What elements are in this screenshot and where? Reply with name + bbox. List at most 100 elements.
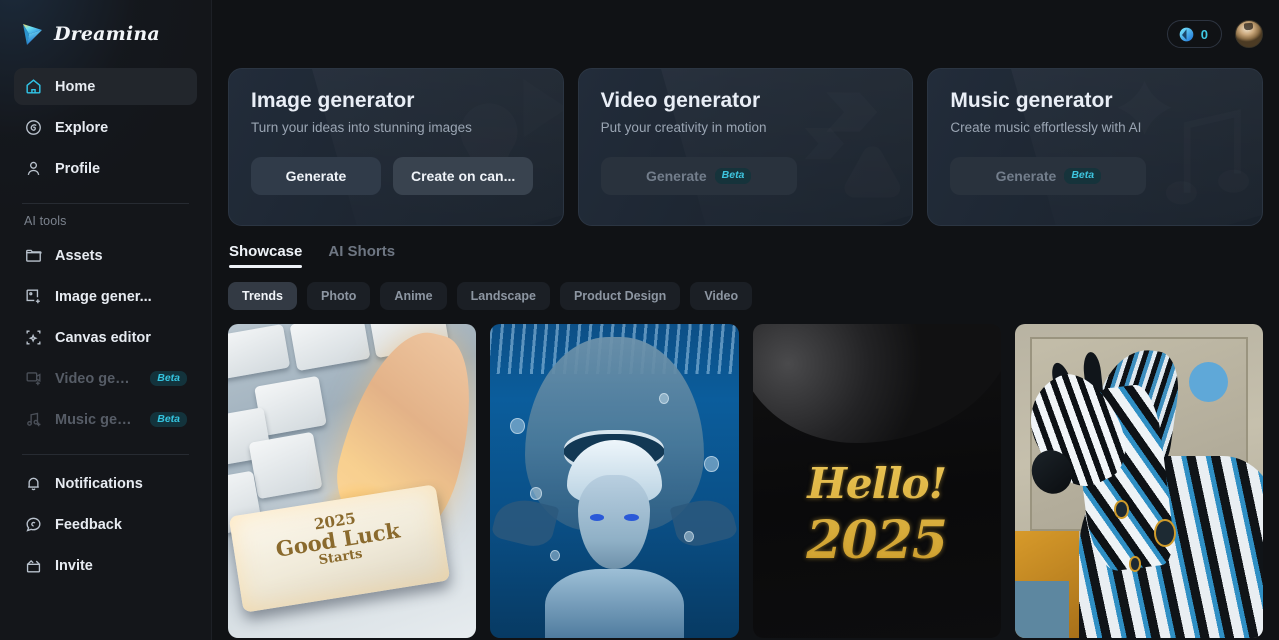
card-image-title: Image generator (251, 89, 415, 112)
chip-trends[interactable]: Trends (228, 282, 297, 310)
chip-anime[interactable]: Anime (380, 282, 447, 310)
gallery-item-hello-2025[interactable]: Hello! 2025 (752, 324, 1001, 638)
music-generate-label: Generate (995, 168, 1057, 184)
sidebar-item-explore[interactable]: Explore (14, 109, 197, 146)
invite-icon (26, 559, 41, 573)
card-music-title: Music generator (950, 89, 1113, 112)
tab-ai-shorts[interactable]: AI Shorts (328, 243, 395, 268)
sidebar-item-music-beta-badge: Beta (150, 411, 187, 428)
credits-badge[interactable]: 0 (1166, 20, 1222, 48)
character-eye-right (624, 513, 640, 521)
category-filters: Trends Photo Anime Landscape Product Des… (228, 282, 1263, 310)
sidebar-primary-nav: Home Explore Profile (14, 68, 197, 191)
tab-showcase[interactable]: Showcase (229, 243, 303, 268)
showcase-tabs: Showcase AI Shorts (228, 243, 1263, 268)
folder-icon (26, 249, 42, 262)
sidebar-item-music-generator-label: Music gener... (55, 411, 138, 428)
character-eye-left (589, 513, 605, 521)
bubble (683, 531, 694, 543)
keyboard-artwork: 2025 Good Luck Starts (228, 324, 477, 638)
sidebar-item-feedback-label: Feedback (55, 516, 122, 533)
underwater-artwork (490, 324, 739, 638)
content-area: Image generator Turn your ideas into stu… (212, 68, 1279, 638)
card-image-generator[interactable]: Image generator Turn your ideas into stu… (228, 68, 564, 226)
bubble (549, 550, 560, 562)
card-video-title: Video generator (600, 89, 761, 112)
brand-name: Dreamina (54, 23, 160, 45)
sidebar-item-assets[interactable]: Assets (14, 237, 197, 274)
card-music-actions: Generate Beta (950, 157, 1240, 195)
image-add-icon (26, 289, 40, 304)
sidebar-item-music-generator[interactable]: Music gener... Beta (14, 401, 197, 438)
image-create-on-canvas-button[interactable]: Create on can... (393, 157, 534, 195)
sidebar-item-profile[interactable]: Profile (14, 150, 197, 187)
chip-photo[interactable]: Photo (307, 282, 371, 310)
chip-landscape[interactable]: Landscape (456, 282, 550, 310)
sidebar-item-video-generator[interactable]: Video gener... Beta (14, 360, 197, 397)
music-add-icon (27, 412, 41, 427)
sidebar-divider-bottom (22, 454, 189, 455)
character-armor (544, 568, 684, 638)
card-image-actions: Generate Create on can... (251, 157, 541, 195)
bubble (510, 418, 525, 434)
sidebar-footer-nav: Notifications Feedback Invite (14, 465, 197, 588)
chip-product-design[interactable]: Product Design (559, 282, 681, 310)
card-music-generator[interactable]: Music generator Create music effortlessl… (927, 68, 1264, 226)
sidebar-item-video-generator-label: Video gener... (55, 370, 138, 387)
gallery-item-keyboard[interactable]: 2025 Good Luck Starts (228, 324, 477, 638)
good-luck-key: 2025 Good Luck Starts (229, 484, 451, 613)
mechanical-zebra-artwork (1014, 324, 1263, 638)
bell-icon (28, 477, 39, 491)
card-image-subtitle: Turn your ideas into stunning images (251, 120, 472, 135)
sidebar-item-feedback[interactable]: Feedback (14, 506, 197, 543)
sidebar-item-assets-label: Assets (55, 247, 103, 264)
showcase-gallery: 2025 Good Luck Starts Hello! 2025 (228, 324, 1263, 638)
sidebar-item-invite-label: Invite (55, 557, 93, 574)
gem-icon (1179, 27, 1194, 41)
sidebar-item-explore-label: Explore (55, 119, 109, 136)
bubble (703, 455, 719, 472)
generator-cards: Image generator Turn your ideas into stu… (228, 68, 1264, 226)
sidebar: Dreamina Home Explore Profile AI tools A… (0, 0, 212, 640)
gallery-item-zebra[interactable] (1014, 324, 1263, 638)
sidebar-item-home-label: Home (55, 78, 96, 95)
bubble (659, 393, 669, 405)
person-icon (27, 161, 40, 175)
sidebar-item-invite[interactable]: Invite (14, 547, 197, 584)
sidebar-item-canvas-editor-label: Canvas editor (55, 329, 151, 346)
sidebar-item-image-generator-label: Image gener... (55, 288, 152, 305)
video-add-icon (26, 372, 41, 386)
key-caption: 2025 Good Luck Starts (231, 498, 445, 581)
bubble (529, 487, 543, 500)
credits-value: 0 (1200, 26, 1208, 42)
black-silk-drape (752, 324, 1001, 444)
card-video-actions: Generate Beta (600, 157, 891, 195)
sidebar-item-notifications-label: Notifications (55, 475, 143, 492)
chat-icon (26, 517, 41, 532)
video-generate-button[interactable]: Generate Beta (600, 157, 797, 195)
sidebar-item-notifications[interactable]: Notifications (14, 465, 197, 502)
video-generate-label: Generate (645, 168, 707, 184)
year-text: 2025 (806, 510, 948, 572)
character-face (578, 474, 651, 569)
sidebar-item-image-generator[interactable]: Image gener... (14, 278, 197, 315)
gallery-item-underwater[interactable] (490, 324, 739, 638)
music-generate-button[interactable]: Generate Beta (950, 157, 1147, 195)
brand-logo[interactable]: Dreamina (14, 0, 197, 68)
chip-video[interactable]: Video (690, 282, 753, 310)
main-content: 0 Image generator Turn your ideas into s… (212, 0, 1279, 640)
sidebar-item-video-beta-badge: Beta (150, 370, 187, 387)
gear-large (1153, 518, 1177, 547)
home-icon (26, 79, 41, 94)
avatar[interactable] (1235, 20, 1263, 48)
hello-text: Hello! (807, 459, 947, 509)
canvas-icon (26, 330, 41, 345)
gold-lettering: Hello! 2025 (753, 459, 1001, 571)
sidebar-item-canvas-editor[interactable]: Canvas editor (14, 319, 197, 356)
sidebar-divider-top (22, 203, 189, 204)
video-beta-badge: Beta (714, 168, 752, 184)
sidebar-item-home[interactable]: Home (14, 68, 197, 105)
image-generate-button[interactable]: Generate (251, 157, 381, 195)
compass-icon (26, 120, 41, 135)
card-video-generator[interactable]: Video generator Put your creativity in m… (577, 68, 914, 226)
